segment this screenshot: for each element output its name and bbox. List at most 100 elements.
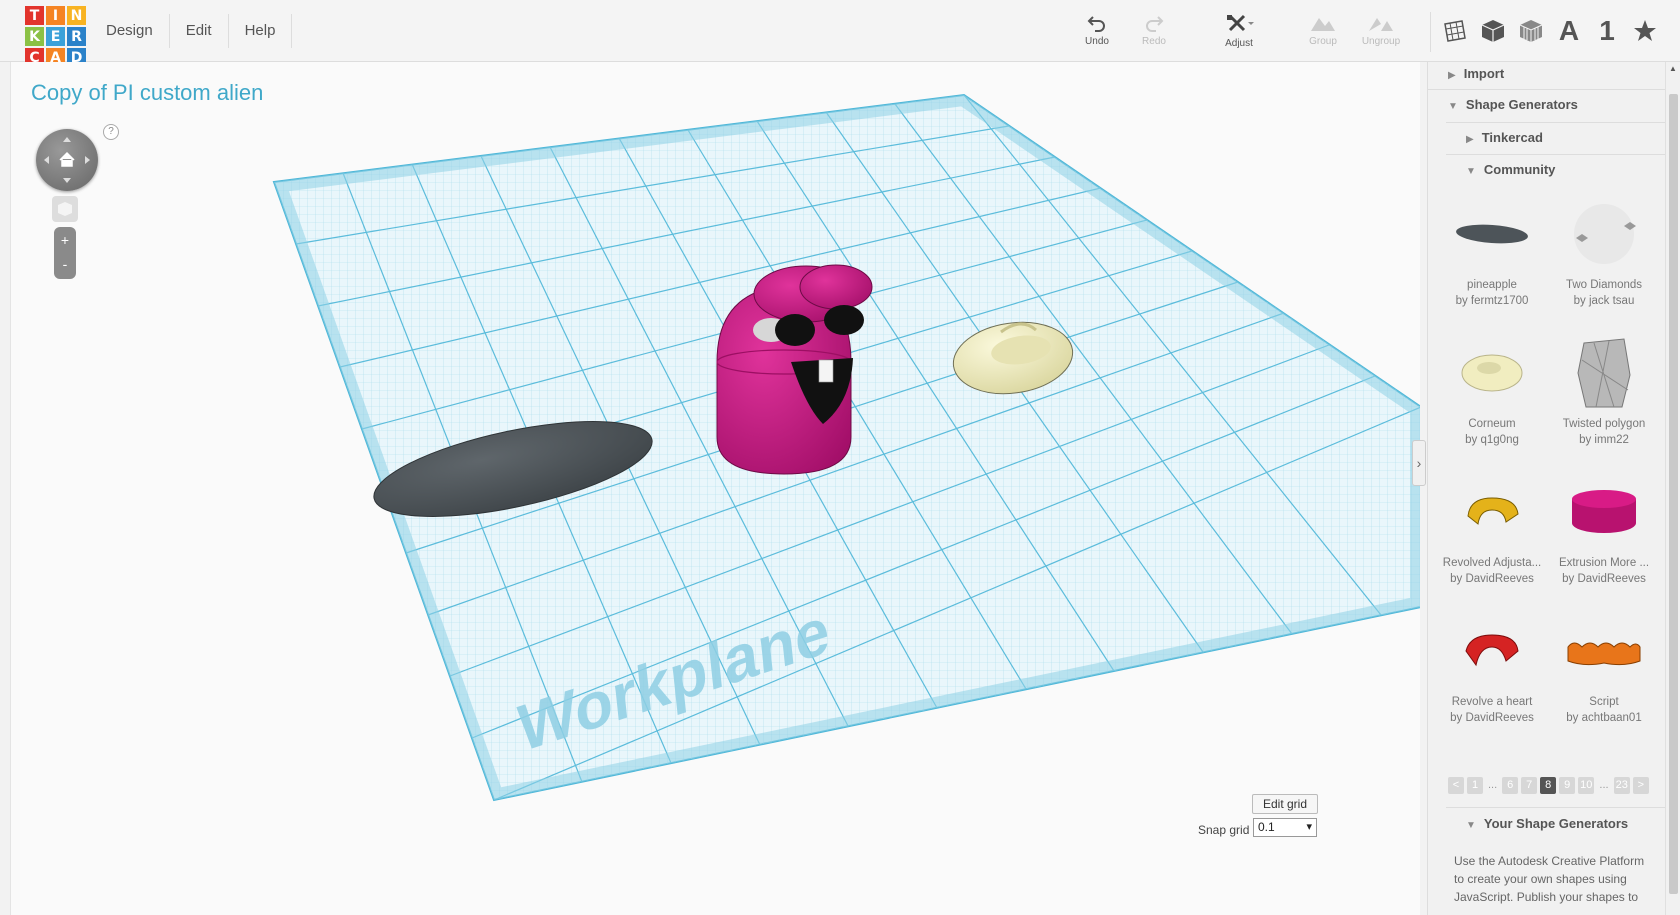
grid-view-button[interactable] bbox=[1438, 14, 1472, 48]
zoom-control: + - bbox=[54, 227, 76, 279]
shape-thumbnail bbox=[1436, 195, 1548, 273]
shape-name: Extrusion More ... bbox=[1558, 557, 1650, 569]
community-section[interactable]: ▼ Community bbox=[1466, 162, 1555, 177]
collapse-arrow-icon: ▼ bbox=[1466, 820, 1476, 831]
shape-name: Revolve a heart bbox=[1451, 696, 1533, 708]
cube-icon bbox=[58, 202, 72, 216]
snap-grid-select[interactable]: 0.1 bbox=[1253, 818, 1317, 837]
undo-button[interactable]: Undo bbox=[1069, 14, 1125, 47]
main-menu: Design Edit Help bbox=[90, 0, 293, 62]
ungroup-button[interactable]: Ungroup bbox=[1353, 14, 1409, 47]
ungroup-label: Ungroup bbox=[1361, 36, 1401, 47]
shape-thumbnail bbox=[1436, 334, 1548, 412]
shape-name: Revolved Adjusta... bbox=[1442, 557, 1542, 569]
shape-author: by DavidReeves bbox=[1562, 573, 1646, 585]
design-title[interactable]: Copy of PI custom alien bbox=[31, 80, 263, 106]
pager-page[interactable]: 23 bbox=[1613, 777, 1630, 794]
shape-thumbnail bbox=[1436, 612, 1548, 690]
shape-item-corneum[interactable]: Corneum by q1g0ng bbox=[1436, 334, 1548, 446]
pager-next-button[interactable]: > bbox=[1632, 777, 1649, 794]
favorites-button[interactable] bbox=[1628, 14, 1662, 48]
shape-thumbnail bbox=[1548, 195, 1660, 273]
number-shape-button[interactable]: 1 bbox=[1590, 14, 1624, 48]
3d-canvas[interactable]: Workplane Copy of PI custom alien ? + - … bbox=[10, 62, 1420, 915]
pager-page[interactable]: 9 bbox=[1559, 777, 1576, 794]
import-section[interactable]: ▶ Import bbox=[1448, 66, 1504, 81]
tinkercad-section[interactable]: ▶ Tinkercad bbox=[1466, 130, 1543, 145]
shape-author: by q1g0ng bbox=[1465, 434, 1519, 446]
shape-item-two-diamonds[interactable]: Two Diamonds by jack tsau bbox=[1548, 195, 1660, 307]
sidebar-scrollbar[interactable]: ▲ bbox=[1665, 62, 1680, 915]
menu-design[interactable]: Design bbox=[90, 14, 170, 48]
redo-icon bbox=[1146, 16, 1164, 32]
pager-current-page[interactable]: 8 bbox=[1540, 777, 1557, 794]
scroll-up-icon[interactable]: ▲ bbox=[1669, 64, 1677, 73]
menu-help[interactable]: Help bbox=[229, 14, 293, 48]
scrollbar-thumb[interactable] bbox=[1669, 94, 1678, 894]
logo-letter: R bbox=[67, 27, 86, 46]
workplane-scene: Workplane bbox=[272, 93, 1420, 802]
zoom-out-button[interactable]: - bbox=[54, 253, 76, 279]
grid-view-icon bbox=[1444, 20, 1466, 42]
divider bbox=[1446, 154, 1665, 155]
zoom-in-button[interactable]: + bbox=[54, 227, 76, 253]
pager-page[interactable]: 1 bbox=[1467, 777, 1483, 794]
logo-letter: N bbox=[67, 6, 86, 25]
expand-arrow-icon: ▶ bbox=[1448, 70, 1456, 81]
shape-thumbnail bbox=[1436, 473, 1548, 551]
view-navigation-control[interactable] bbox=[36, 129, 98, 191]
shape-item-revolve-a-heart[interactable]: Revolve a heart by DavidReeves bbox=[1436, 612, 1548, 724]
redo-button[interactable]: Redo bbox=[1126, 14, 1182, 47]
sidebar-collapse-button[interactable]: › bbox=[1412, 440, 1426, 486]
shape-item-revolved-adjustable[interactable]: Revolved Adjusta... by DavidReeves bbox=[1436, 473, 1548, 585]
shape-author: by jack tsau bbox=[1573, 295, 1635, 307]
help-icon[interactable]: ? bbox=[103, 124, 119, 140]
top-bar: T I N K E R C A D Design Edit Help Undo … bbox=[0, 0, 1680, 67]
pager-page[interactable]: 10 bbox=[1578, 777, 1595, 794]
pager-prev-button[interactable]: < bbox=[1448, 777, 1464, 794]
import-label: Import bbox=[1463, 66, 1505, 81]
wireframe-view-button[interactable] bbox=[1514, 14, 1548, 48]
divider bbox=[1446, 807, 1665, 808]
pager-page[interactable]: 7 bbox=[1521, 777, 1538, 794]
adjust-button[interactable]: Adjust bbox=[1211, 14, 1267, 49]
shape-name: Twisted polygon bbox=[1562, 418, 1646, 430]
adjust-label: Adjust bbox=[1225, 38, 1253, 49]
shape-item-pineapple[interactable]: pineapple by fermtz1700 bbox=[1436, 195, 1548, 307]
shape-author: by DavidReeves bbox=[1450, 712, 1534, 724]
undo-label: Undo bbox=[1085, 36, 1109, 47]
shape-name: Two Diamonds bbox=[1565, 279, 1643, 291]
shape-thumbnail bbox=[1548, 612, 1660, 690]
text-shape-button[interactable]: A bbox=[1552, 14, 1586, 48]
pager-page[interactable]: 6 bbox=[1502, 777, 1519, 794]
group-button[interactable]: Group bbox=[1295, 14, 1351, 47]
logo-letter: K bbox=[25, 27, 44, 46]
menu-edit[interactable]: Edit bbox=[170, 14, 229, 48]
collapse-arrow-icon: ▼ bbox=[1448, 101, 1458, 112]
view-cube-button[interactable] bbox=[52, 196, 78, 222]
solid-view-button[interactable] bbox=[1476, 14, 1510, 48]
tinkercad-logo[interactable]: T I N K E R C A D bbox=[25, 6, 86, 67]
edit-grid-button[interactable]: Edit grid bbox=[1252, 794, 1318, 814]
shape-generators-section[interactable]: ▼ Shape Generators bbox=[1448, 97, 1578, 112]
tinkercad-label: Tinkercad bbox=[1481, 130, 1543, 145]
home-view-icon bbox=[44, 137, 90, 183]
your-shape-generators-section[interactable]: ▼ Your Shape Generators bbox=[1466, 816, 1628, 831]
shape-name: Script bbox=[1589, 696, 1619, 708]
expand-arrow-icon: ▶ bbox=[1466, 134, 1474, 145]
undo-icon bbox=[1087, 16, 1105, 32]
pagination: < 1 ... 6 7 8 9 10 ... 23 > bbox=[1448, 777, 1649, 794]
redo-label: Redo bbox=[1142, 36, 1166, 47]
shape-author: by achtbaan01 bbox=[1566, 712, 1642, 724]
shape-thumbnail bbox=[1548, 334, 1660, 412]
shape-name: pineapple bbox=[1467, 279, 1517, 291]
shape-item-extrusion-more[interactable]: Extrusion More ... by DavidReeves bbox=[1548, 473, 1660, 585]
your-shape-generators-label: Your Shape Generators bbox=[1483, 816, 1629, 831]
collapse-arrow-icon: ▼ bbox=[1466, 166, 1476, 177]
shape-item-script[interactable]: Script by achtbaan01 bbox=[1548, 612, 1660, 724]
shape-item-twisted-polygon[interactable]: Twisted polygon by imm22 bbox=[1548, 334, 1660, 446]
adjust-icon bbox=[1227, 14, 1254, 32]
pager-ellipsis: ... bbox=[1599, 779, 1609, 791]
shapes-sidebar: ▶ Import ▼ Shape Generators ▶ Tinkercad ▼ Co… bbox=[1427, 62, 1665, 915]
shape-author: by DavidReeves bbox=[1450, 573, 1534, 585]
